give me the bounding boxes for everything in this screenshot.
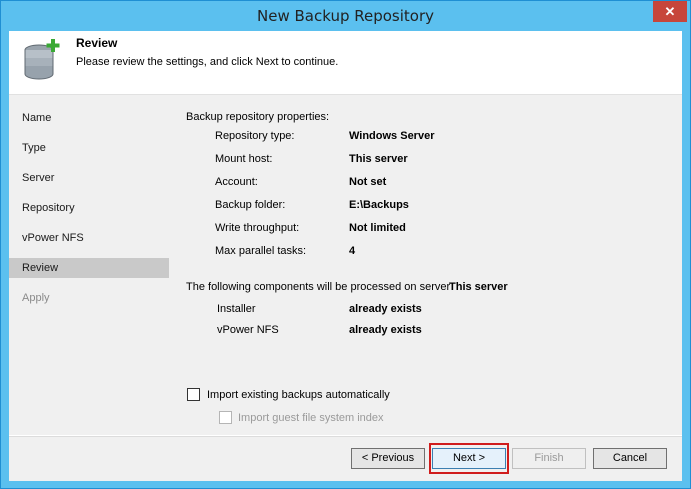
nav-step-review[interactable]: Review bbox=[9, 258, 169, 278]
property-label: Mount host: bbox=[215, 153, 273, 165]
import-index-label: Import guest file system index bbox=[238, 412, 384, 424]
next-button[interactable]: Next > bbox=[432, 448, 506, 469]
property-label: Repository type: bbox=[215, 130, 295, 142]
title-bar[interactable]: New Backup Repository ✕ bbox=[1, 1, 690, 31]
step-description: Please review the settings, and click Ne… bbox=[76, 56, 339, 68]
property-label: Max parallel tasks: bbox=[215, 245, 307, 257]
property-value: 4 bbox=[349, 245, 356, 257]
nav-step-server[interactable]: Server bbox=[9, 168, 169, 188]
wizard-header: Review Please review the settings, and c… bbox=[9, 31, 682, 95]
import-backups-checkbox[interactable] bbox=[187, 388, 200, 401]
nav-step-vpower-nfs[interactable]: vPower NFS bbox=[9, 228, 169, 248]
wizard-client: Review Please review the settings, and c… bbox=[9, 31, 682, 481]
property-label: Account: bbox=[215, 176, 258, 188]
wizard-footer: < Previous Next > Finish Cancel bbox=[9, 436, 682, 481]
nav-step-name[interactable]: Name bbox=[9, 108, 169, 128]
property-label: Write throughput: bbox=[215, 222, 300, 234]
wizard-steps-sidebar: Name Type Server Repository vPower NFS R… bbox=[9, 95, 172, 435]
property-label: Backup folder: bbox=[215, 199, 286, 211]
import-index-checkbox bbox=[219, 411, 232, 424]
nav-step-repository[interactable]: Repository bbox=[9, 198, 169, 218]
property-value: This server bbox=[349, 153, 408, 165]
wizard-window: New Backup Repository ✕ Review Please re… bbox=[0, 0, 691, 489]
step-title: Review bbox=[76, 36, 118, 50]
cancel-button[interactable]: Cancel bbox=[593, 448, 667, 469]
review-content: Backup repository properties: Repository… bbox=[172, 95, 682, 435]
components-heading: The following components will be process… bbox=[186, 281, 451, 293]
finish-button: Finish bbox=[512, 448, 586, 469]
properties-heading: Backup repository properties: bbox=[186, 111, 330, 123]
property-value: Not set bbox=[349, 176, 387, 188]
property-value: Windows Server bbox=[349, 130, 435, 142]
previous-button[interactable]: < Previous bbox=[351, 448, 425, 469]
nav-step-type[interactable]: Type bbox=[9, 138, 169, 158]
property-value: Not limited bbox=[349, 222, 406, 234]
close-icon: ✕ bbox=[664, 4, 676, 19]
close-button[interactable]: ✕ bbox=[653, 1, 687, 22]
wizard-body: Name Type Server Repository vPower NFS R… bbox=[9, 95, 682, 435]
components-server: This server bbox=[449, 281, 508, 293]
component-label: Installer bbox=[217, 303, 256, 315]
component-status: already exists bbox=[349, 303, 422, 315]
property-value: E:\Backups bbox=[349, 199, 409, 211]
window-title: New Backup Repository bbox=[257, 7, 434, 25]
component-status: already exists bbox=[349, 324, 422, 336]
nav-step-apply: Apply bbox=[22, 292, 50, 304]
component-label: vPower NFS bbox=[217, 324, 279, 336]
import-backups-label[interactable]: Import existing backups automatically bbox=[207, 389, 390, 401]
database-add-icon bbox=[24, 39, 60, 80]
